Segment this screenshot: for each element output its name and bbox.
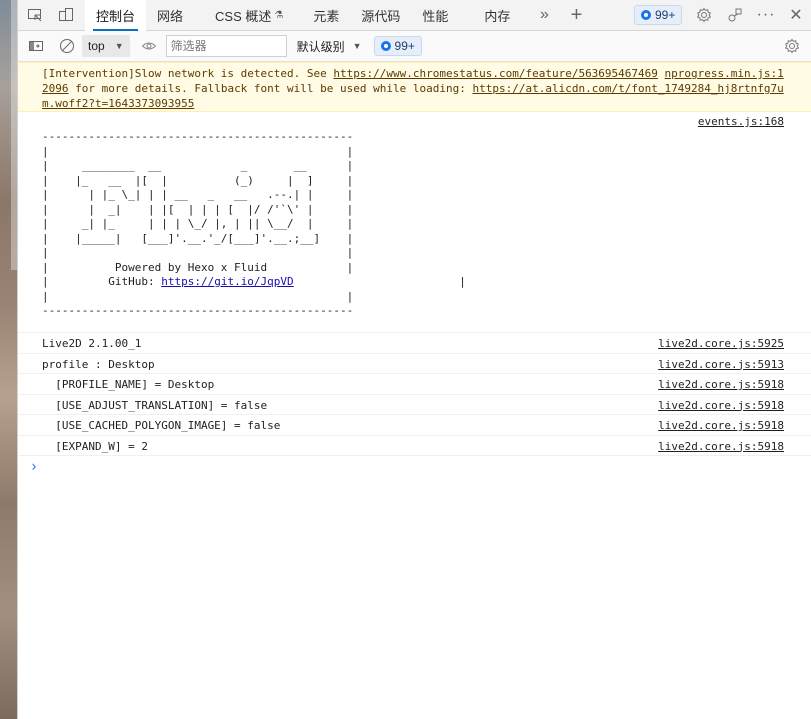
background-window-edge [0, 0, 17, 719]
warning-message: [Intervention]Slow network is detected. … [18, 62, 811, 112]
source-link[interactable]: live2d.core.js:5918 [658, 399, 784, 413]
log-row: [USE_CACHED_POLYGON_IMAGE] = false live2d… [18, 415, 811, 436]
log-row: [EXPAND_W] = 2 live2d.core.js:5918 [18, 436, 811, 456]
chromestatus-link[interactable]: https://www.chromestatus.com/feature/563… [333, 67, 658, 80]
toolbar-issues-badge[interactable]: 99+ [373, 36, 422, 56]
devtools-tab-bar: 控制台 网络 CSS 概述 ⚗ 元素 源代码 性能 内存 » + 99+ ··· … [18, 0, 811, 31]
issues-count: 99+ [394, 39, 415, 53]
tab-label: 内存 [484, 8, 511, 24]
add-tab-plus-icon[interactable]: + [565, 4, 587, 26]
log-row: profile : Desktop live2d.core.js:5913 [18, 354, 811, 374]
filter-input[interactable] [165, 35, 287, 57]
github-link[interactable]: https://git.io/JqpVD [161, 275, 293, 288]
tab-label: 性能 [422, 8, 449, 24]
console-toolbar: top ▼ 默认级别 ▼ 99+ [18, 31, 811, 62]
log-text: [USE_CACHED_POLYGON_IMAGE] = false [42, 419, 281, 432]
clear-console-icon[interactable] [56, 35, 78, 57]
tab-network[interactable]: 网络 [146, 0, 194, 31]
context-label: top [88, 39, 105, 53]
warning-text: [Intervention]Slow network is detected. … [42, 67, 334, 80]
log-row: [USE_ADJUST_TRANSLATION] = false live2d.c… [18, 395, 811, 415]
source-link[interactable]: events.js:168 [698, 115, 784, 129]
experiment-flask-icon: ⚗ [274, 9, 284, 21]
source-link[interactable]: live2d.core.js:5918 [658, 419, 784, 433]
issues-icon [641, 10, 651, 20]
tab-console[interactable]: 控制台 [85, 0, 147, 31]
fluid-banner-message: events.js:168 --------------------------… [18, 112, 811, 333]
ascii-banner: ----------------------------------------… [42, 130, 466, 317]
tab-elements[interactable]: 元素 [302, 0, 350, 31]
log-level-label: 默认级别 [296, 39, 345, 54]
console-settings-gear-icon[interactable] [781, 35, 803, 57]
live-expression-eye-icon[interactable] [138, 35, 160, 57]
device-emulation-icon[interactable] [55, 4, 77, 26]
log-text: Live2D 2.1.00_1 [42, 337, 142, 350]
dropdown-caret-icon: ▼ [352, 41, 362, 51]
tab-label: 元素 [313, 8, 340, 24]
tab-label: CSS 概述 [215, 8, 272, 24]
log-row: Live2D 2.1.00_1 live2d.core.js:5925 [18, 333, 811, 354]
issues-icon [380, 41, 391, 51]
log-level-selector[interactable]: 默认级别 ▼ [297, 38, 362, 55]
inspect-element-icon[interactable] [24, 4, 46, 26]
warning-text: for more details. Fallback font will be … [68, 82, 473, 95]
source-link[interactable]: live2d.core.js:5918 [658, 378, 784, 392]
dropdown-caret-icon: ▼ [114, 41, 124, 51]
log-text: [USE_ADJUST_TRANSLATION] = false [42, 398, 268, 412]
source-link[interactable]: live2d.core.js:5925 [658, 337, 784, 351]
settings-gear-icon[interactable] [693, 4, 715, 26]
tab-css-overview[interactable]: CSS 概述 ⚗ [204, 0, 294, 31]
sidebar-toggle-icon[interactable] [25, 35, 47, 57]
log-text: [PROFILE_NAME] = Desktop [42, 378, 215, 391]
prompt-chevron-icon: › [30, 458, 38, 477]
tab-memory[interactable]: 内存 [473, 0, 521, 31]
close-devtools-icon[interactable]: ✕ [785, 4, 807, 26]
tab-label: 控制台 [96, 8, 136, 24]
more-options-icon[interactable]: ··· [755, 4, 777, 26]
tab-sources[interactable]: 源代码 [350, 0, 411, 31]
tab-performance[interactable]: 性能 [411, 0, 459, 31]
log-row: [PROFILE_NAME] = Desktop live2d.core.js:5… [18, 374, 811, 395]
customize-icon[interactable] [724, 4, 746, 26]
source-link[interactable]: live2d.core.js:5913 [658, 358, 784, 372]
console-output: [Intervention]Slow network is detected. … [18, 62, 811, 477]
tab-label: 源代码 [361, 8, 401, 24]
tab-label: 网络 [157, 8, 184, 24]
more-tabs-chevron-icon[interactable]: » [533, 4, 555, 26]
log-text: [EXPAND_W] = 2 [42, 439, 148, 453]
log-text: profile : Desktop [42, 357, 155, 371]
issues-badge[interactable]: 99+ [634, 5, 683, 25]
devtools-panel: 控制台 网络 CSS 概述 ⚗ 元素 源代码 性能 内存 » + 99+ ··· … [17, 0, 811, 719]
source-link[interactable]: live2d.core.js:5918 [658, 440, 784, 454]
issues-count: 99+ [655, 8, 676, 22]
console-prompt[interactable]: › [18, 456, 811, 477]
context-selector[interactable]: top ▼ [82, 35, 130, 57]
